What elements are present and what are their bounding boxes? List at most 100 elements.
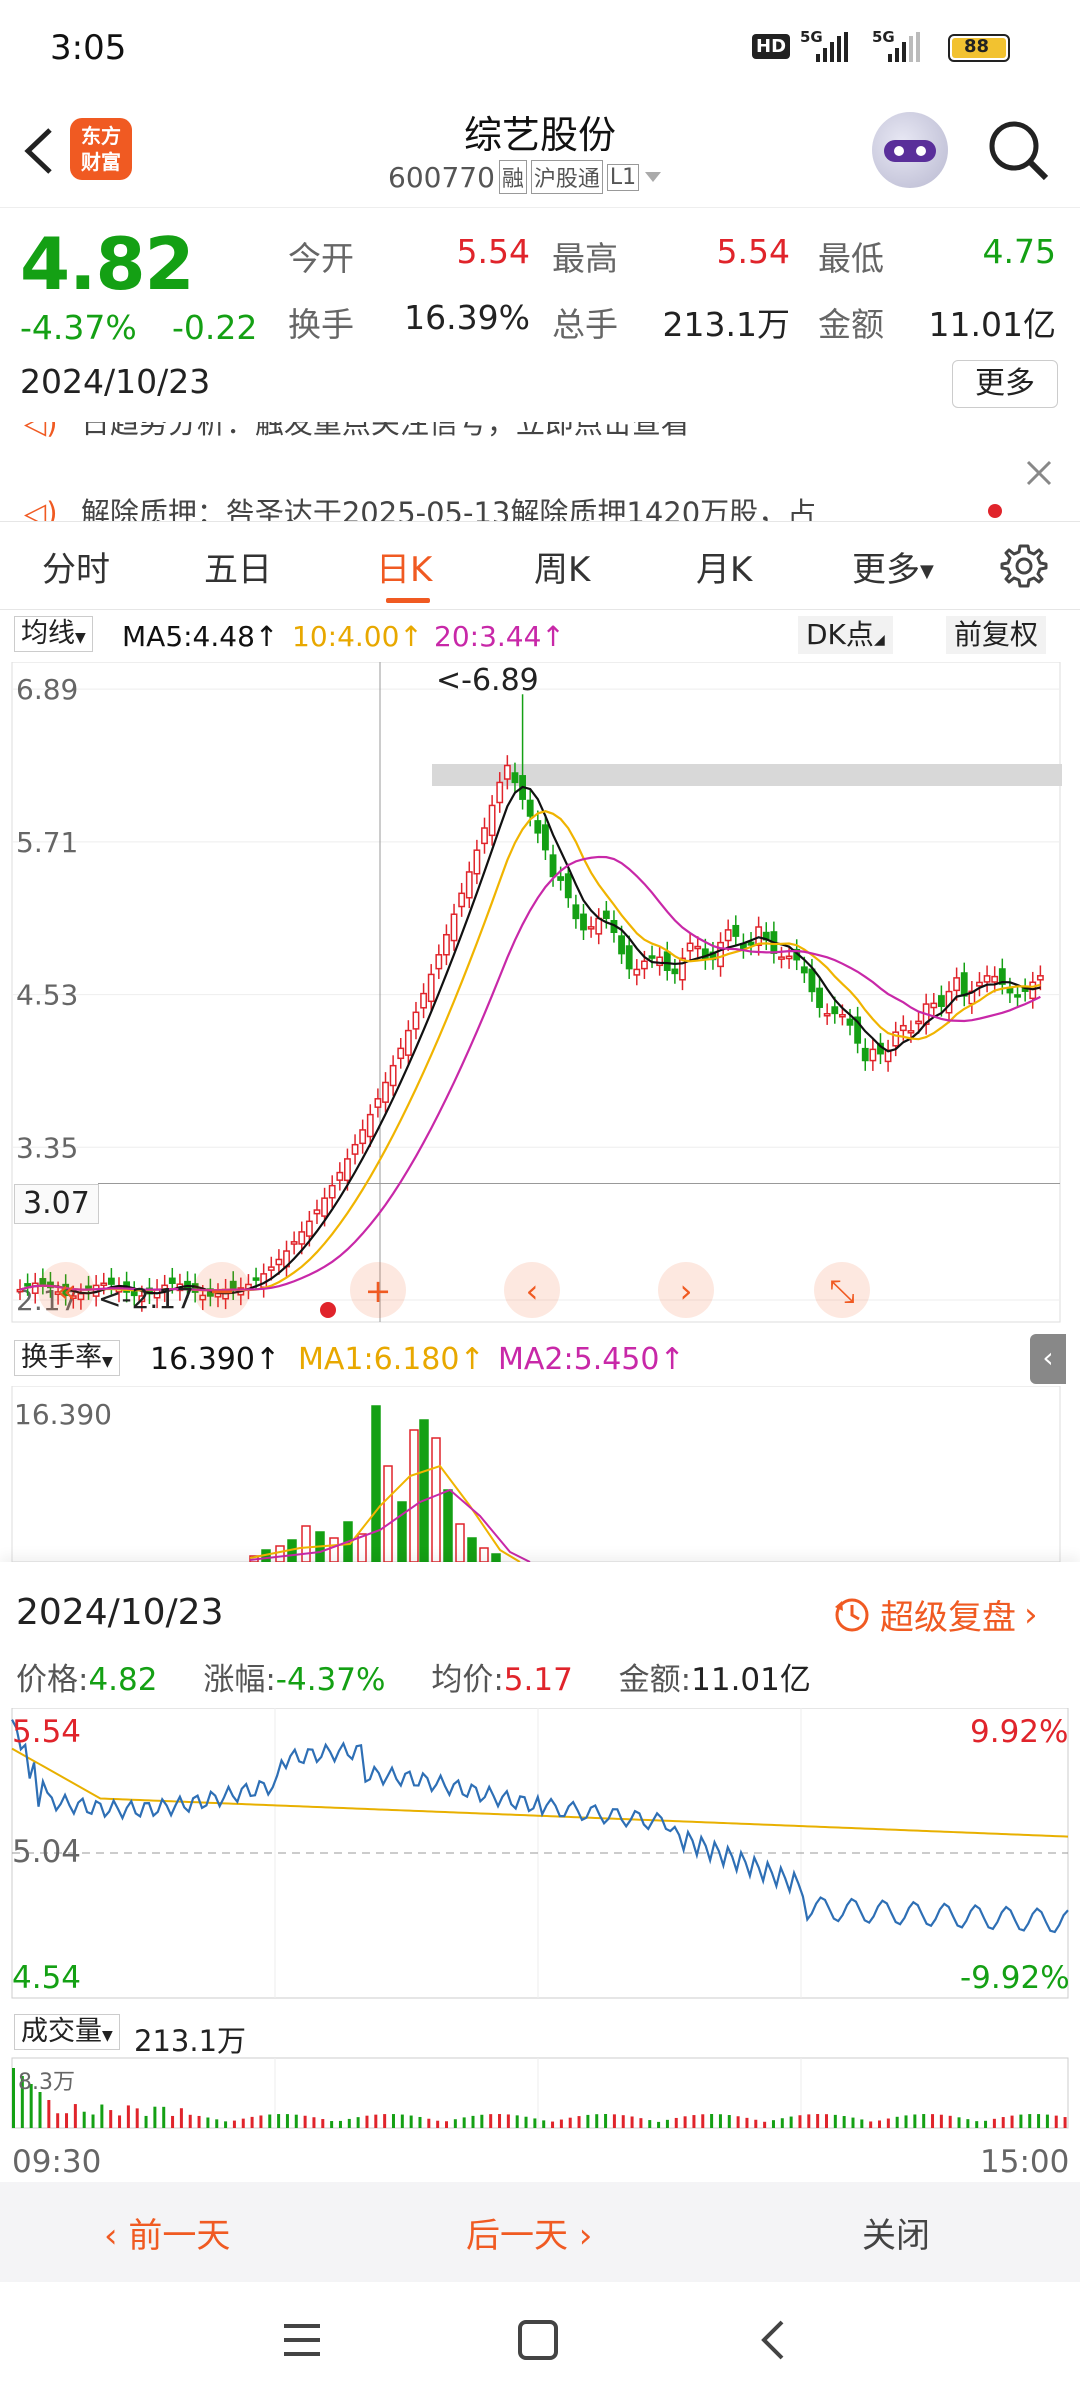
- caret-icon: ▼: [102, 1354, 113, 1370]
- home-icon[interactable]: [516, 2318, 560, 2362]
- candle-body: [458, 892, 466, 908]
- volume-bar: [745, 2117, 749, 2128]
- back-nav-icon[interactable]: [752, 2318, 796, 2362]
- turnover-ma1: MA1:6.180↑: [298, 1342, 485, 1377]
- volume-bar: [338, 2120, 342, 2128]
- quote-field-label: 总手: [552, 305, 618, 344]
- turnover-bar: [431, 1437, 441, 1562]
- battery-icon: 88: [948, 34, 1010, 62]
- intraday-chart[interactable]: [0, 1708, 1080, 2148]
- tab-monthly-k[interactable]: 月K: [696, 542, 752, 591]
- candle-body: [473, 849, 481, 875]
- review-sheet: 2024/10/23 超级复盘 › 价格:4.82 涨幅:-4.37% 均价:5…: [0, 1562, 1080, 2400]
- volume-bar: [294, 2114, 298, 2128]
- ma20-line: [19, 855, 1041, 1292]
- tab-daily-k[interactable]: 日K: [376, 542, 432, 591]
- volume-bar: [630, 2116, 634, 2128]
- signal-dot: [320, 1302, 336, 1318]
- search-icon[interactable]: [986, 118, 1052, 184]
- kline-chart[interactable]: 6.895.714.533.352.17<-6.89<-2.17«−+‹›⤡: [0, 662, 1080, 1334]
- volume-bar: [692, 2115, 696, 2128]
- dropdown-icon[interactable]: [643, 170, 663, 184]
- intraday-pct-low: -9.92%: [960, 1960, 1070, 1996]
- turnover-bar: 换手率▼ 16.390↑ MA1:6.180↑ MA2:5.450↑ ‹: [0, 1334, 1080, 1386]
- turnover-bar: [491, 1553, 501, 1562]
- volume-bar: [453, 2119, 457, 2128]
- tag-margin: 融: [498, 160, 527, 194]
- volume-bar: [330, 2121, 334, 2128]
- turnover-bar: [443, 1489, 453, 1562]
- super-review-link[interactable]: 超级复盘 ›: [832, 1590, 1038, 1639]
- tab-weekly-k[interactable]: 周K: [534, 542, 590, 591]
- volume-bar: [445, 2121, 449, 2128]
- candle-body: [526, 799, 534, 817]
- menu-icon[interactable]: [280, 2318, 324, 2362]
- fullscreen-button-glyph: ⤡: [829, 1272, 855, 1310]
- volume-bar: [524, 2116, 528, 2128]
- volume-bar: [171, 2115, 175, 2128]
- candle-body: [252, 1277, 260, 1281]
- candle-body: [618, 935, 625, 955]
- volume-bar: [975, 2121, 979, 2128]
- news-item[interactable]: ◁) 日趋势分析：触发重点关注信号，立即点击查看: [24, 422, 690, 442]
- volume-bar: [939, 2114, 943, 2128]
- status-bar: 3:05 HD 5G 5G 88: [0, 0, 1080, 100]
- candle-body: [443, 933, 450, 956]
- close-icon[interactable]: [1024, 458, 1054, 488]
- assistant-avatar[interactable]: [872, 112, 948, 188]
- volume-bar: [542, 2120, 546, 2128]
- volume-bar: [197, 2115, 201, 2128]
- candle-body: [1036, 975, 1044, 981]
- turnover-bar: [275, 1545, 285, 1562]
- turnover-bar: [397, 1501, 407, 1562]
- candle-body: [572, 904, 580, 920]
- volume-bar: [1037, 2114, 1041, 2128]
- volume-bar: [277, 2114, 281, 2128]
- ma-select[interactable]: 均线▼: [14, 616, 93, 652]
- kline-y-tick: 3.35: [16, 1131, 78, 1164]
- period-tabs: 分时 五日 日K 周K 月K 更多▼: [0, 522, 1080, 610]
- zoom-in-button-glyph: +: [365, 1272, 392, 1310]
- candle-body: [328, 1184, 336, 1199]
- candle-body: [671, 968, 679, 975]
- volume-bar: [727, 2115, 731, 2128]
- settings-icon[interactable]: [1000, 542, 1048, 590]
- price-adjust-button[interactable]: 前复权: [946, 616, 1047, 654]
- close-button[interactable]: 关闭: [862, 2208, 930, 2257]
- quote-field-value: 4.75: [982, 232, 1056, 271]
- back-icon[interactable]: [18, 124, 58, 178]
- candle-body: [275, 1258, 283, 1266]
- change-value: -0.22: [172, 308, 258, 347]
- volume-bar: [992, 2118, 996, 2128]
- stock-code-row: 600770 融 沪股通 L1: [388, 160, 663, 194]
- tab-intraday[interactable]: 分时: [42, 542, 110, 591]
- candle-body: [305, 1220, 313, 1237]
- volume-select[interactable]: 成交量▼: [14, 2014, 120, 2050]
- app-logo: 东方 财富: [70, 118, 132, 180]
- quote-field-value: 11.01亿: [928, 305, 1056, 344]
- more-button[interactable]: 更多: [952, 360, 1058, 408]
- price-zone-band: [432, 764, 1062, 786]
- volume-bar: [984, 2120, 988, 2128]
- volume-bar: [1054, 2115, 1058, 2128]
- status-time: 3:05: [50, 28, 127, 68]
- prev-day-button[interactable]: ‹ 前一天: [104, 2208, 230, 2257]
- candle-body: [260, 1273, 268, 1289]
- tab-five-day[interactable]: 五日: [204, 542, 272, 591]
- quote-field-value: 213.1万: [662, 305, 790, 344]
- candle-body: [846, 1018, 854, 1026]
- dk-point-button[interactable]: DK点◢: [798, 616, 893, 654]
- next-day-button[interactable]: 后一天 ›: [466, 2208, 592, 2257]
- turnover-select[interactable]: 换手率▼: [14, 1340, 120, 1376]
- turnover-bar: [455, 1523, 465, 1562]
- volume-bar: [895, 2116, 899, 2128]
- news-item[interactable]: ◁) 解除质押：咎圣达于2025-05-13解除质押1420万股，占: [24, 490, 1004, 521]
- volume-bar: [374, 2114, 378, 2128]
- volume-bar: [754, 2119, 758, 2128]
- volume-bar: [878, 2120, 882, 2128]
- candle-body: [633, 968, 641, 976]
- tab-more[interactable]: 更多▼: [852, 542, 934, 591]
- volume-bar: [153, 2106, 157, 2128]
- candle-body: [717, 941, 724, 968]
- collapse-panel-button[interactable]: ‹: [1030, 1334, 1066, 1384]
